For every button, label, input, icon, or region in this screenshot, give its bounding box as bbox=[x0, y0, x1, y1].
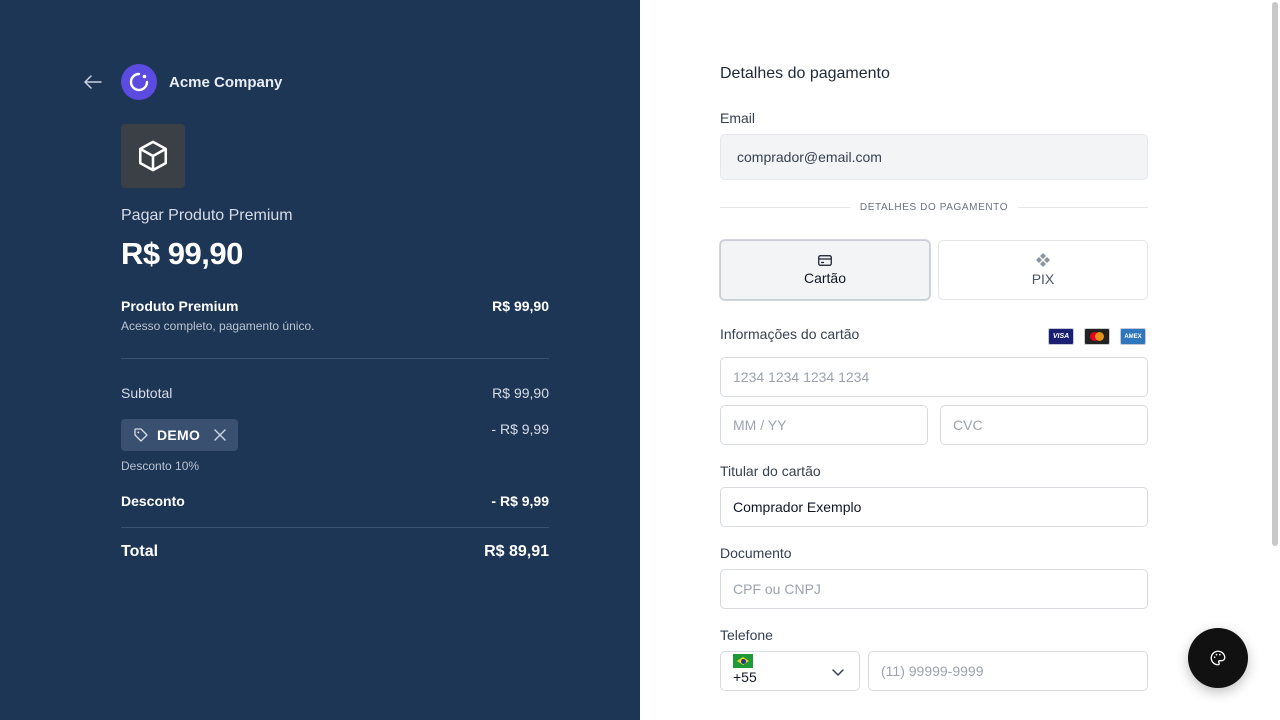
pay-amount: R$ 99,90 bbox=[121, 236, 243, 271]
divider bbox=[121, 358, 549, 359]
separator-line bbox=[720, 207, 850, 208]
close-icon bbox=[214, 429, 226, 441]
method-card-button[interactable]: Cartão bbox=[720, 240, 930, 300]
country-code-select[interactable]: +55 bbox=[720, 651, 860, 691]
separator-text: DETALHES DO PAGAMENTO bbox=[859, 202, 1009, 213]
brazil-flag-icon bbox=[733, 654, 753, 668]
coupon-discount-amount: - R$ 9,99 bbox=[491, 421, 549, 437]
company-name: Acme Company bbox=[169, 74, 283, 91]
email-field[interactable]: comprador@email.com bbox=[720, 134, 1148, 180]
divider bbox=[121, 527, 549, 528]
line-item: Produto Premium R$ 99,90 bbox=[121, 298, 549, 314]
company-logo bbox=[121, 64, 157, 100]
phone-input[interactable]: (11) 99999-9999 bbox=[868, 651, 1148, 691]
palette-icon bbox=[1210, 650, 1226, 666]
document-input[interactable]: CPF ou CNPJ bbox=[720, 569, 1148, 609]
back-button[interactable] bbox=[82, 70, 104, 94]
discount-label: Desconto bbox=[121, 493, 185, 509]
credit-card-icon bbox=[818, 254, 832, 266]
chevron-down-icon bbox=[832, 669, 844, 676]
discount-value: - R$ 9,99 bbox=[491, 493, 549, 509]
method-pix-label: PIX bbox=[1031, 271, 1055, 287]
coupon-chip: DEMO bbox=[121, 419, 239, 451]
subtotal-label: Subtotal bbox=[121, 385, 173, 401]
coupon-code: DEMO bbox=[157, 427, 201, 443]
mastercard-icon bbox=[1084, 328, 1110, 345]
document-label: Documento bbox=[720, 545, 792, 561]
order-summary-panel: Acme Company Pagar Produto Premium R$ 99… bbox=[0, 0, 640, 720]
subtotal-row: Subtotal R$ 99,90 bbox=[121, 385, 549, 401]
card-info-label: Informações do cartão bbox=[720, 326, 860, 342]
box-icon bbox=[138, 140, 168, 172]
expiry-input[interactable]: MM / YY bbox=[720, 405, 928, 445]
arrow-left-icon bbox=[84, 75, 102, 89]
pix-icon bbox=[1036, 253, 1050, 267]
method-card-label: Cartão bbox=[803, 269, 847, 286]
card-brands: VISA AMEX bbox=[1048, 328, 1146, 345]
total-row: Total R$ 89,91 bbox=[121, 543, 549, 561]
total-label: Total bbox=[121, 543, 159, 560]
discount-note: Desconto 10% bbox=[121, 459, 200, 473]
section-separator: DETALHES DO PAGAMENTO bbox=[720, 202, 1148, 213]
total-value: R$ 89,91 bbox=[484, 543, 549, 560]
email-label: Email bbox=[720, 110, 756, 126]
separator-line bbox=[1018, 207, 1148, 208]
section-title: Detalhes do pagamento bbox=[720, 65, 890, 82]
theme-palette-button[interactable] bbox=[1188, 628, 1248, 688]
visa-icon: VISA bbox=[1048, 328, 1074, 345]
holder-label: Titular do cartão bbox=[720, 463, 821, 479]
payment-form-panel: Detalhes do pagamento Email comprador@em… bbox=[640, 0, 1280, 720]
item-price: R$ 99,90 bbox=[492, 298, 549, 314]
subtotal-value: R$ 99,90 bbox=[492, 385, 549, 401]
tag-icon bbox=[134, 428, 148, 442]
pay-title: Pagar Produto Premium bbox=[121, 207, 293, 224]
card-holder-input[interactable]: Comprador Exemplo bbox=[720, 487, 1148, 527]
remove-coupon-button[interactable] bbox=[214, 429, 226, 441]
phone-label: Telefone bbox=[720, 627, 773, 643]
method-pix-button[interactable]: PIX bbox=[938, 240, 1148, 300]
item-description: Acesso completo, pagamento único. bbox=[121, 319, 315, 333]
cvc-input[interactable]: CVC bbox=[940, 405, 1148, 445]
product-image bbox=[121, 124, 185, 188]
card-number-input[interactable]: 1234 1234 1234 1234 bbox=[720, 357, 1148, 397]
country-dial-code: +55 bbox=[733, 669, 757, 685]
amex-icon: AMEX bbox=[1120, 328, 1146, 345]
item-name: Produto Premium bbox=[121, 298, 239, 314]
discount-row: Desconto - R$ 9,99 bbox=[121, 493, 549, 509]
scrollbar[interactable] bbox=[1272, 2, 1278, 546]
